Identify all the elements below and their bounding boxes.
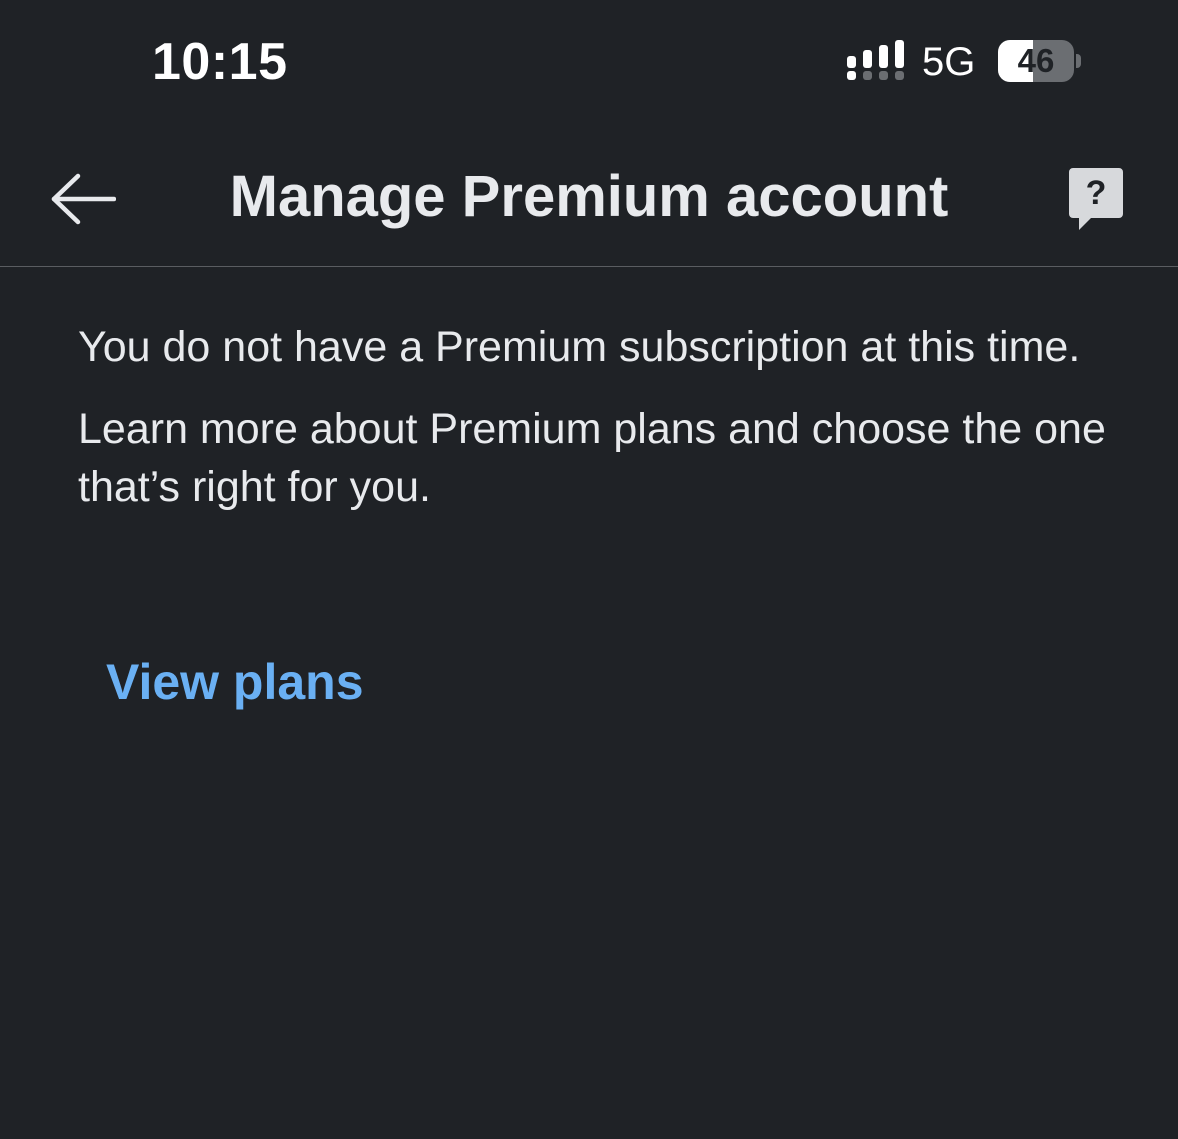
battery-icon: 46 xyxy=(998,40,1082,82)
help-question-bubble-icon: ? xyxy=(1069,168,1123,230)
help-button[interactable]: ? xyxy=(1058,162,1134,238)
app-bar: Manage Premium account ? xyxy=(0,130,1178,266)
battery-body: 46 xyxy=(998,40,1074,82)
no-subscription-message: You do not have a Premium subscription a… xyxy=(78,323,1081,371)
app-bar-divider xyxy=(0,266,1178,267)
content: You do not have a Premium subscription a… xyxy=(78,318,1108,516)
manage-premium-screen: 10:15 5G 46 Manage Premium account ? You… xyxy=(0,0,1178,1139)
status-time: 10:15 xyxy=(152,33,288,91)
battery-level: 46 xyxy=(1017,42,1055,79)
battery-cap xyxy=(1076,54,1081,68)
page-title: Manage Premium account xyxy=(229,164,949,229)
network-type: 5G xyxy=(922,40,976,84)
svg-text:?: ? xyxy=(1086,174,1107,212)
cellular-signal-icon xyxy=(847,40,904,80)
status-bar: 10:15 5G 46 xyxy=(0,0,1178,120)
back-button[interactable] xyxy=(40,160,126,238)
learn-more-message: Learn more about Premium plans and choos… xyxy=(78,405,1106,511)
arrow-left-icon xyxy=(51,173,116,225)
view-plans-button[interactable]: View plans xyxy=(104,650,366,714)
